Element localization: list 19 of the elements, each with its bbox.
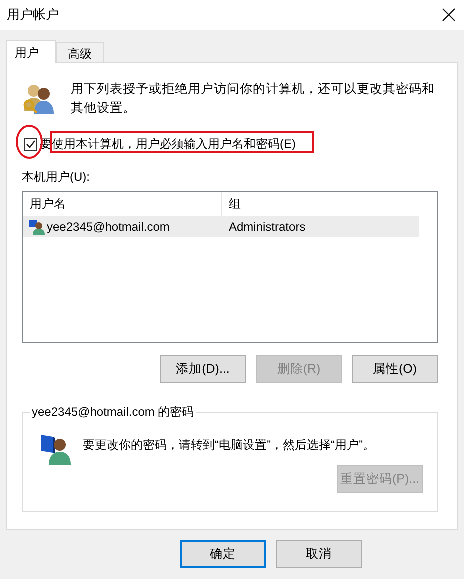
group-title: yee2345@hotmail.com 的密码 <box>30 403 196 421</box>
tab[interactable]: 高级 <box>56 42 104 62</box>
action-button[interactable]: 属性(O) <box>352 355 438 383</box>
description-text: 用下列表授予或拒绝用户访问你的计算机，还可以更改其密码和其他设置。 <box>71 81 436 117</box>
list-label: 本机用户(U): <box>22 169 91 186</box>
tab[interactable]: 用户 <box>6 40 56 63</box>
close-icon[interactable] <box>442 8 456 22</box>
checkbox[interactable] <box>24 138 37 150</box>
column-header[interactable]: 组 <box>222 192 241 216</box>
action-button[interactable]: 添加(D)... <box>160 355 246 383</box>
window-title: 用户帐户 <box>7 6 59 24</box>
dialog-button[interactable]: 确定 <box>180 540 266 568</box>
list-row[interactable]: yee2345@hotmail.com Administrators <box>23 216 419 237</box>
user-icon <box>29 218 45 234</box>
table-cell: yee2345@hotmail.com <box>47 220 170 234</box>
dialog-button[interactable]: 取消 <box>276 540 362 568</box>
user-list[interactable]: 用户名 组 yee2345@hotmail.com Administrators <box>22 191 438 343</box>
password-hint-text: 要更改你的密码，请转到“电脑设置”，然后选择“用户”。 <box>83 437 375 454</box>
table-cell: Administrators <box>229 220 306 234</box>
